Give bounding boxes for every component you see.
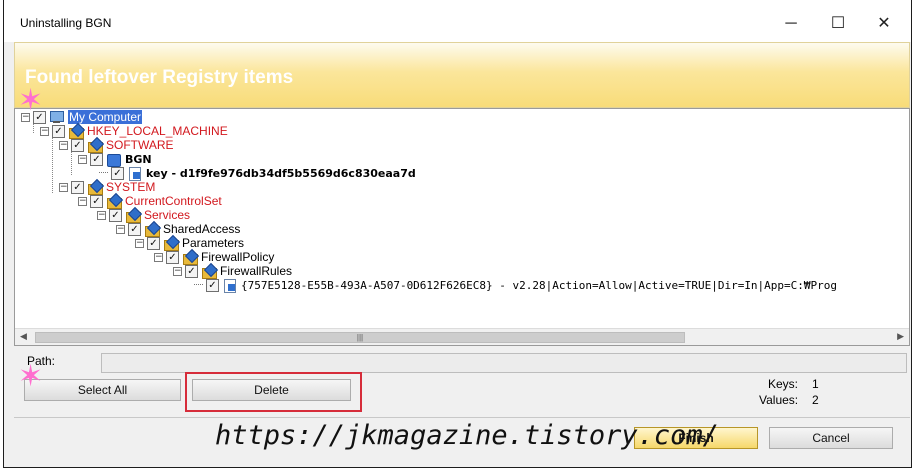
select-all-button[interactable]: Select All bbox=[24, 379, 181, 401]
node-checkbox[interactable]: ✓ bbox=[109, 208, 122, 222]
uninstall-window: Uninstalling BGN ─ ☐ ✕ Found leftover Re… bbox=[3, 0, 912, 468]
registry-tree[interactable]: − ✓ My Computer − ✓ HKEY_LOCAL_MACHINE −… bbox=[14, 108, 910, 346]
tree-node-firewallrules[interactable]: − ✓ FirewallRules bbox=[173, 264, 293, 279]
registry-key-icon bbox=[222, 278, 237, 293]
scroll-left-icon[interactable]: ◀ bbox=[20, 331, 27, 342]
maximize-button[interactable]: ☐ bbox=[816, 10, 860, 38]
scrollbar-thumb[interactable]: ||| bbox=[35, 332, 685, 343]
registry-folder-icon bbox=[87, 180, 103, 195]
tree-node-label: SharedAccess bbox=[163, 222, 241, 236]
node-checkbox[interactable]: ✓ bbox=[90, 152, 103, 166]
registry-folder-icon bbox=[68, 124, 84, 139]
tree-node-firewallpolicy[interactable]: − ✓ FirewallPolicy bbox=[154, 250, 275, 265]
window-title: Uninstalling BGN bbox=[20, 16, 112, 30]
collapse-toggle[interactable]: − bbox=[135, 238, 144, 248]
values-count: 2 bbox=[812, 393, 819, 407]
values-label: Values: bbox=[759, 393, 799, 407]
close-button[interactable]: ✕ bbox=[862, 10, 906, 38]
registry-folder-icon bbox=[201, 264, 217, 279]
path-field[interactable] bbox=[101, 353, 907, 373]
node-checkbox[interactable]: ✓ bbox=[71, 138, 84, 152]
tree-node-label: My Computer bbox=[68, 110, 143, 124]
keys-label: Keys: bbox=[768, 377, 799, 391]
tree-node-label: FirewallPolicy bbox=[201, 250, 275, 264]
computer-icon bbox=[49, 110, 64, 124]
tree-node-parameters[interactable]: − ✓ Parameters bbox=[135, 236, 244, 251]
collapse-toggle[interactable]: − bbox=[154, 252, 163, 262]
tree-node-label: BGN bbox=[125, 152, 152, 166]
registry-folder-icon bbox=[87, 138, 103, 153]
registry-folder-icon bbox=[125, 208, 141, 223]
tree-node-label: FirewallRules bbox=[220, 264, 293, 278]
tree-node-label: Services bbox=[144, 208, 191, 222]
node-checkbox[interactable]: ✓ bbox=[128, 222, 141, 236]
node-checkbox[interactable]: ✓ bbox=[111, 166, 124, 180]
tree-node-label: {757E5128-E55B-493A-A507-0D612F626EC8} -… bbox=[241, 278, 838, 292]
star-icon: ✶ bbox=[18, 84, 44, 117]
registry-folder-icon bbox=[163, 236, 179, 251]
node-checkbox[interactable]: ✓ bbox=[90, 194, 103, 208]
collapse-toggle[interactable]: − bbox=[173, 266, 182, 276]
tree-node-label: SOFTWARE bbox=[106, 138, 174, 152]
node-checkbox[interactable]: ✓ bbox=[206, 278, 219, 292]
tree-node-label: CurrentControlSet bbox=[125, 194, 222, 208]
keys-count: 1 bbox=[812, 377, 819, 391]
scroll-right-icon[interactable]: ▶ bbox=[897, 331, 904, 342]
node-checkbox[interactable]: ✓ bbox=[185, 264, 198, 278]
footer-divider bbox=[14, 417, 910, 418]
registry-folder-icon bbox=[182, 250, 198, 265]
tree-node-firewall-rule-value[interactable]: ✓ {757E5128-E55B-493A-A507-0D612F626EC8}… bbox=[194, 278, 838, 293]
tree-node-sharedaccess[interactable]: − ✓ SharedAccess bbox=[116, 222, 241, 237]
tree-node-hklm[interactable]: − ✓ HKEY_LOCAL_MACHINE bbox=[40, 124, 228, 139]
tree-node-software[interactable]: − ✓ SOFTWARE bbox=[59, 138, 174, 153]
tree-node-label: key - d1f9fe976db34df5b5569d6c830eaa7d bbox=[146, 166, 416, 180]
tree-node-currentcontrolset[interactable]: − ✓ CurrentControlSet bbox=[78, 194, 222, 209]
collapse-toggle[interactable]: − bbox=[40, 126, 49, 136]
delete-button[interactable]: Delete bbox=[192, 379, 351, 401]
tree-node-label: HKEY_LOCAL_MACHINE bbox=[87, 124, 228, 138]
app-icon bbox=[106, 152, 121, 167]
collapse-toggle[interactable]: − bbox=[59, 140, 68, 150]
collapse-toggle[interactable]: − bbox=[78, 154, 87, 164]
tree-node-services[interactable]: − ✓ Services bbox=[97, 208, 191, 223]
star-icon: ✶ bbox=[18, 360, 44, 393]
tree-node-label: SYSTEM bbox=[106, 180, 156, 194]
node-checkbox[interactable]: ✓ bbox=[147, 236, 160, 250]
tree-node-bgn-key[interactable]: ✓ key - d1f9fe976db34df5b5569d6c830eaa7d bbox=[99, 166, 416, 181]
node-checkbox[interactable]: ✓ bbox=[52, 124, 65, 138]
registry-key-icon bbox=[127, 166, 142, 181]
tree-node-bgn[interactable]: − ✓ BGN bbox=[78, 152, 152, 167]
collapse-toggle[interactable]: − bbox=[97, 210, 106, 220]
title-bar: Uninstalling BGN ─ ☐ ✕ bbox=[4, 0, 911, 42]
minimize-button[interactable]: ─ bbox=[769, 10, 813, 38]
registry-folder-icon bbox=[106, 194, 122, 209]
registry-folder-icon bbox=[144, 222, 160, 237]
watermark-url: https://jkmagazine.tistory.com/ bbox=[215, 420, 719, 451]
cancel-button[interactable]: Cancel bbox=[769, 427, 893, 449]
node-checkbox[interactable]: ✓ bbox=[166, 250, 179, 264]
horizontal-scrollbar[interactable]: ◀ ||| ▶ bbox=[15, 328, 909, 345]
banner-heading: Found leftover Registry items bbox=[25, 67, 294, 88]
tree-node-system[interactable]: − ✓ SYSTEM bbox=[59, 180, 156, 195]
collapse-toggle[interactable]: − bbox=[78, 196, 87, 206]
collapse-toggle[interactable]: − bbox=[116, 224, 125, 234]
node-checkbox[interactable]: ✓ bbox=[71, 180, 84, 194]
header-banner: Found leftover Registry items bbox=[14, 42, 910, 108]
collapse-toggle[interactable]: − bbox=[59, 182, 68, 192]
